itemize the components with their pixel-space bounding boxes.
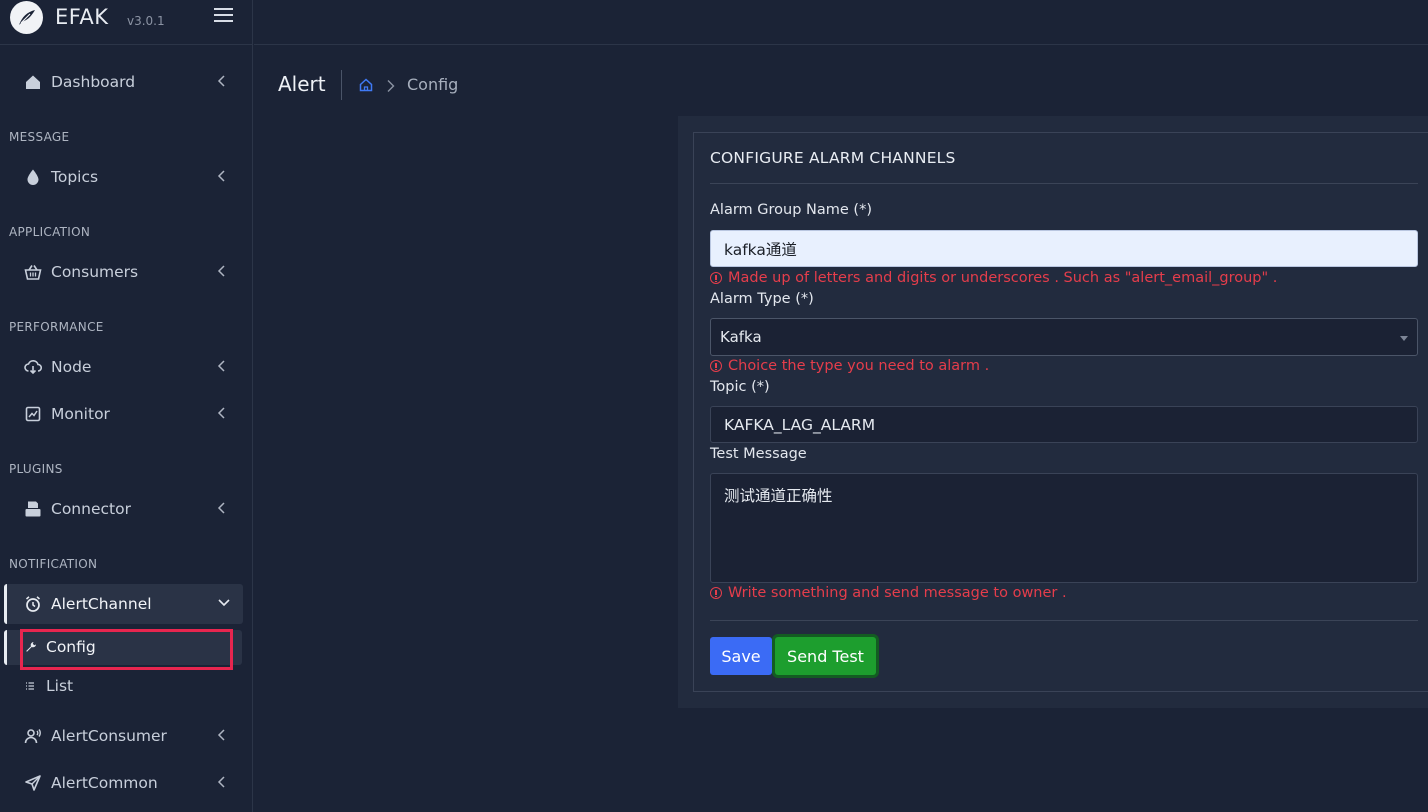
breadcrumb-chevron-icon — [387, 80, 395, 92]
sidebar-item-label: Topics — [51, 168, 99, 186]
droplet-icon — [27, 169, 39, 185]
brand-version: v3.0.1 — [127, 14, 165, 28]
user-voice-icon — [24, 729, 41, 744]
sidebar-item-label: Node — [51, 358, 92, 376]
test-message-hint: Write something and send message to owne… — [710, 585, 1067, 601]
error-icon — [710, 587, 722, 599]
group-name-hint-text: Made up of letters and digits or undersc… — [728, 270, 1278, 286]
error-icon — [710, 272, 722, 284]
sidebar-item-monitor[interactable]: Monitor — [4, 394, 243, 434]
sidebar-item-alertcommon[interactable]: AlertCommon — [4, 763, 243, 803]
sidebar-item-topics[interactable]: Topics — [4, 157, 243, 197]
chevron-left-icon — [217, 776, 225, 788]
chevron-left-icon — [217, 729, 225, 741]
card-title-divider — [710, 183, 1418, 184]
chevron-left-icon — [217, 170, 225, 182]
group-name-input[interactable] — [710, 230, 1418, 267]
header-divider — [341, 70, 342, 100]
menu-toggle-icon[interactable] — [214, 8, 233, 26]
chevron-down-icon — [218, 599, 230, 607]
error-icon — [710, 360, 722, 372]
send-test-button[interactable]: Send Test — [775, 637, 876, 675]
sidebar-item-label: AlertConsumer — [51, 727, 167, 745]
top-bar — [254, 0, 1428, 45]
page-title: Alert — [278, 72, 326, 96]
alarm-type-select[interactable]: Kafka — [710, 318, 1418, 356]
breadcrumb-home-icon[interactable] — [359, 78, 373, 92]
card-title: CONFIGURE ALARM CHANNELS — [710, 149, 956, 167]
section-performance: PERFORMANCE — [9, 320, 104, 334]
chevron-left-icon — [217, 75, 225, 87]
save-button[interactable]: Save — [710, 637, 772, 675]
efak-logo[interactable] — [10, 1, 43, 34]
sidebar-item-label: Config — [46, 638, 96, 656]
sidebar-item-label: AlertCommon — [51, 774, 158, 792]
test-message-textarea[interactable]: 测试通道正确性 — [710, 473, 1418, 583]
sidebar-item-dashboard[interactable]: Dashboard — [4, 62, 243, 102]
alarm-type-hint: Choice the type you need to alarm . — [710, 358, 989, 374]
send-icon — [25, 775, 41, 791]
test-message-hint-text: Write something and send message to owne… — [728, 585, 1067, 601]
sidebar-item-label: Dashboard — [51, 73, 136, 91]
sidebar-item-label: Monitor — [51, 405, 110, 423]
wrench-icon — [26, 642, 36, 652]
form-footer-divider — [710, 620, 1418, 621]
section-message: MESSAGE — [9, 130, 70, 144]
alarm-type-label: Alarm Type (*) — [710, 291, 814, 307]
chevron-left-icon — [217, 360, 225, 372]
sidebar-item-connector[interactable]: Connector — [4, 489, 243, 529]
sidebar-item-label: List — [46, 677, 74, 695]
list-icon — [26, 682, 34, 690]
group-name-label: Alarm Group Name (*) — [710, 202, 872, 218]
alarm-type-value: Kafka — [720, 328, 762, 346]
chevron-left-icon — [217, 502, 225, 514]
chart-icon — [25, 406, 41, 422]
sidebar-item-label: Consumers — [51, 263, 139, 281]
topic-label: Topic (*) — [710, 379, 770, 395]
sidebar-item-label: AlertChannel — [51, 595, 152, 613]
cloud-download-icon — [24, 360, 42, 375]
home-icon — [26, 75, 40, 89]
sidebar-subitem-list[interactable]: List — [4, 669, 242, 704]
section-notification: NOTIFICATION — [9, 557, 98, 571]
printer-icon — [25, 501, 41, 517]
alarm-type-hint-text: Choice the type you need to alarm . — [728, 358, 990, 374]
brand-name: EFAK — [55, 5, 109, 29]
sidebar-item-label: Connector — [51, 500, 131, 518]
brand-bar: EFAK v3.0.1 — [0, 0, 253, 45]
sidebar-item-consumers[interactable]: Consumers — [4, 252, 243, 292]
test-message-label: Test Message — [710, 446, 807, 462]
sidebar-subitem-config[interactable]: Config — [4, 630, 242, 665]
sidebar: EFAK v3.0.1 Dashboard MESSAGE Topics APP… — [0, 0, 253, 812]
caret-down-icon — [1400, 336, 1408, 341]
section-application: APPLICATION — [9, 225, 91, 239]
alarm-clock-icon — [25, 596, 41, 612]
sidebar-item-node[interactable]: Node — [4, 347, 243, 387]
section-plugins: PLUGINS — [9, 462, 63, 476]
breadcrumb-current: Config — [407, 75, 459, 94]
basket-icon — [24, 265, 42, 280]
sidebar-item-alertchannel[interactable]: AlertChannel — [4, 584, 243, 624]
chevron-left-icon — [217, 265, 225, 277]
topic-input[interactable] — [710, 406, 1418, 443]
chevron-left-icon — [217, 407, 225, 419]
sidebar-item-alertconsumer[interactable]: AlertConsumer — [4, 716, 243, 756]
group-name-hint: Made up of letters and digits or undersc… — [710, 270, 1277, 286]
